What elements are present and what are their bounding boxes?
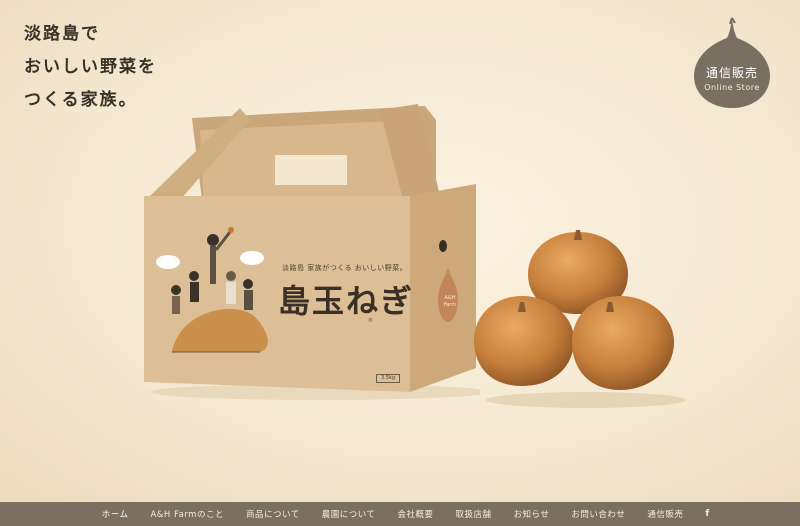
- tagline-line-1: 淡路島で: [24, 24, 100, 44]
- box-weight-label: 3.5kg: [376, 374, 400, 383]
- tagline-line-3: つくる家族。: [24, 90, 138, 110]
- online-store-sublabel: Online Store: [704, 83, 760, 92]
- nav-item-company[interactable]: 会社概要: [397, 508, 433, 520]
- footer-nav: ホーム A&H Farmのこと 商品について 農園について 会社概要 取扱店舗 …: [0, 502, 800, 526]
- nav-item-news[interactable]: お知らせ: [513, 508, 549, 520]
- facebook-icon[interactable]: f: [705, 509, 709, 519]
- online-store-label: 通信販売: [705, 66, 758, 80]
- nav-item-online-store[interactable]: 通信販売: [647, 508, 683, 520]
- box-brand-mark: ®: [368, 318, 373, 324]
- nav-item-products[interactable]: 商品について: [246, 508, 300, 520]
- onions-image: [474, 230, 686, 408]
- nav-item-stores[interactable]: 取扱店舗: [455, 508, 491, 520]
- hero-tagline: 淡路島で おいしい野菜を つくる家族。: [24, 18, 157, 117]
- nav-item-farm[interactable]: 農園について: [322, 508, 376, 520]
- hero-section: 淡路島で おいしい野菜を つくる家族。 通信販売 Online Store 淡路…: [0, 0, 800, 502]
- onion-box-image: [144, 104, 480, 400]
- online-store-button[interactable]: 通信販売 Online Store: [684, 16, 780, 112]
- tagline-line-2: おいしい野菜を: [24, 57, 157, 77]
- box-side-logo: A&H Farm: [443, 295, 457, 308]
- nav-item-about-farm[interactable]: A&H Farmのこと: [150, 508, 223, 520]
- box-brand-name: 島玉ねぎ: [278, 282, 415, 320]
- handle-hole: [275, 155, 347, 185]
- nav-item-home[interactable]: ホーム: [102, 508, 129, 520]
- nav-item-contact[interactable]: お問い合わせ: [571, 508, 625, 520]
- box-caption: 淡路島 家族がつくる おいしい野菜。: [282, 264, 408, 272]
